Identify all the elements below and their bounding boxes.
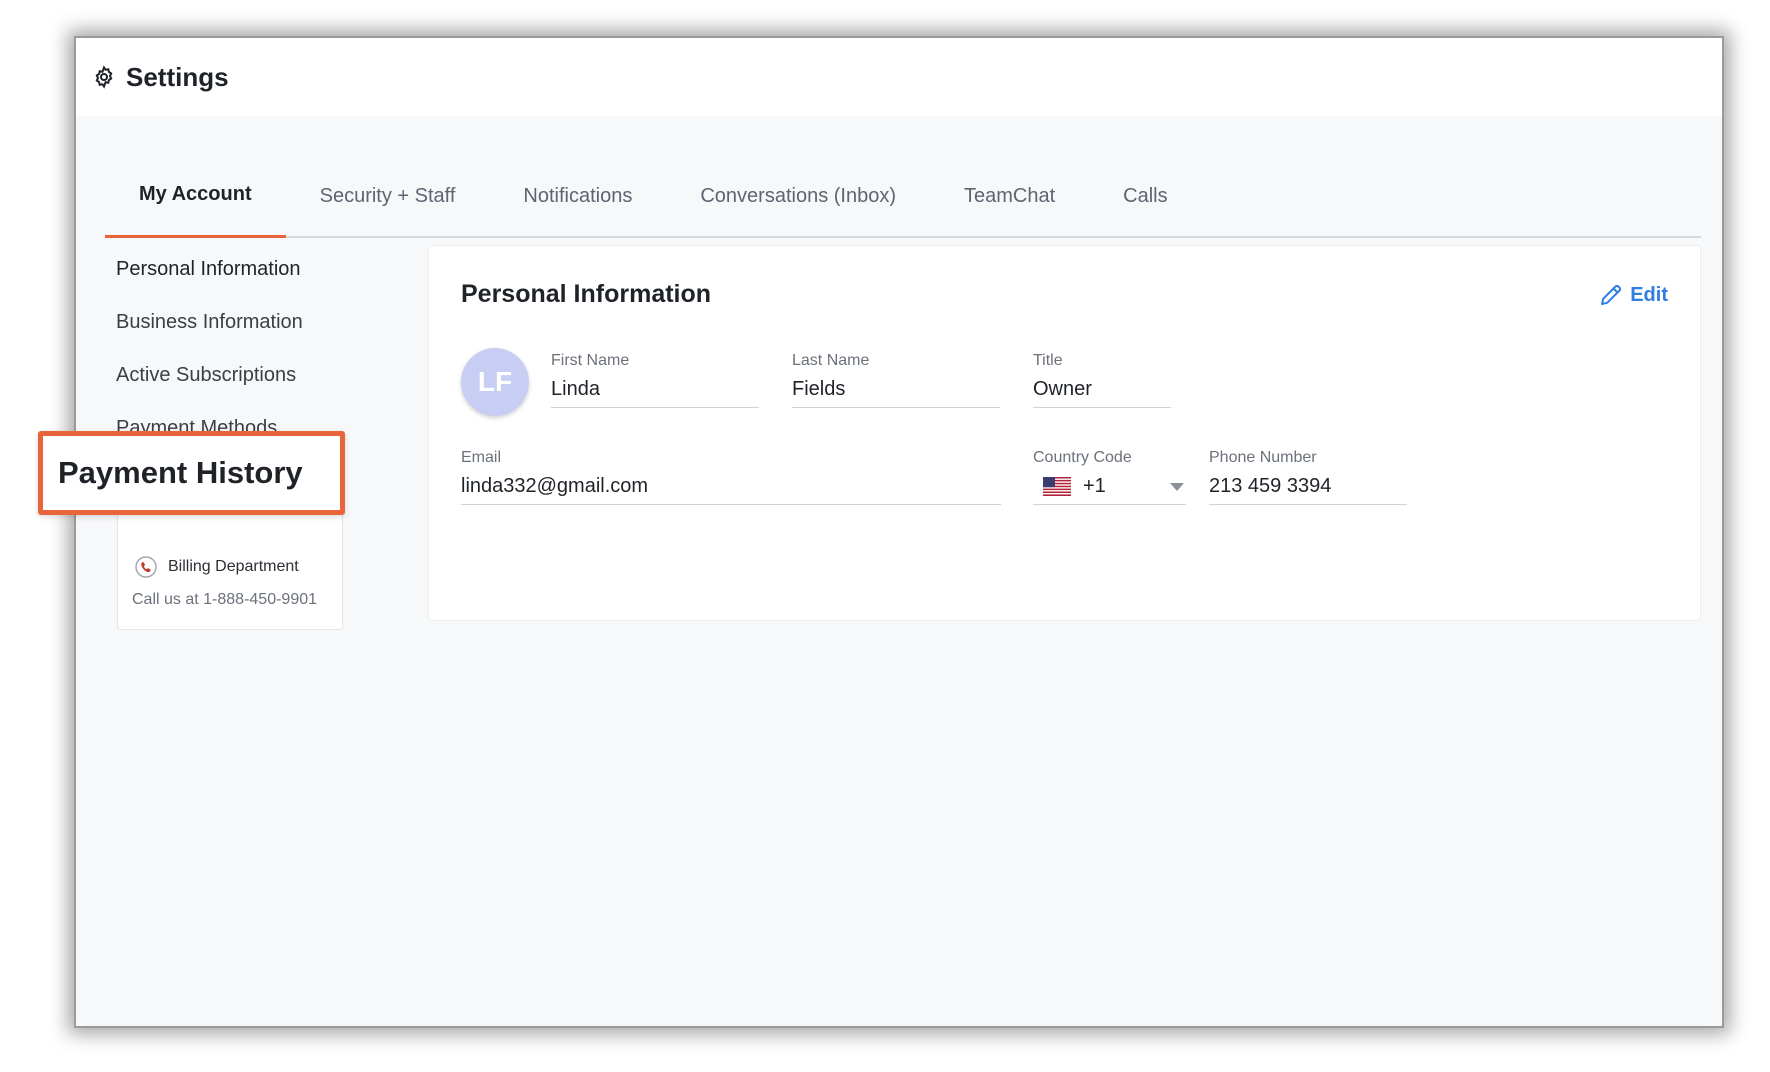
personal-information-card: Personal Information Edit LF First Name … xyxy=(428,245,1701,621)
title-input[interactable]: Owner xyxy=(1033,378,1171,408)
phone-number-label: Phone Number xyxy=(1209,449,1317,466)
email-label: Email xyxy=(461,449,502,466)
first-name-input[interactable]: Linda xyxy=(551,378,759,408)
billing-title: Billing Department xyxy=(168,558,299,575)
tab-conversations[interactable]: Conversations (Inbox) xyxy=(666,154,930,238)
avatar: LF xyxy=(461,348,529,416)
gear-icon xyxy=(92,65,116,89)
title-label: Title xyxy=(1033,352,1063,369)
page-title: Settings xyxy=(126,61,229,92)
account-sidebar: Personal Information Business Informatio… xyxy=(116,243,356,455)
settings-window: Settings My Account Security + Staff Not… xyxy=(76,38,1722,1026)
last-name-input[interactable]: Fields xyxy=(792,378,1000,408)
billing-phone-text: Call us at 1-888-450-9901 xyxy=(132,591,318,608)
tab-notifications[interactable]: Notifications xyxy=(489,154,666,238)
chevron-down-icon[interactable] xyxy=(1170,482,1184,491)
first-name-label: First Name xyxy=(551,352,630,369)
billing-department-card: Billing Department Call us at 1-888-450-… xyxy=(117,508,343,630)
sidebar-item-personal-information[interactable]: Personal Information xyxy=(116,243,356,296)
country-code-value: +1 xyxy=(1083,475,1106,497)
email-field: Email linda332@gmail.com xyxy=(461,449,1001,505)
tab-calls[interactable]: Calls xyxy=(1089,154,1201,238)
title-field: Title Owner xyxy=(1033,352,1171,408)
sidebar-item-business-information[interactable]: Business Information xyxy=(116,296,356,349)
pencil-icon xyxy=(1598,282,1624,308)
edit-button[interactable]: Edit xyxy=(1598,282,1668,308)
card-title: Personal Information xyxy=(461,280,712,308)
email-input[interactable]: linda332@gmail.com xyxy=(461,475,1001,505)
last-name-label: Last Name xyxy=(792,352,870,369)
settings-tabs: My Account Security + Staff Notification… xyxy=(105,154,1701,238)
first-name-field: First Name Linda xyxy=(551,352,759,408)
sidebar-item-active-subscriptions[interactable]: Active Subscriptions xyxy=(116,349,356,402)
country-code-select[interactable]: +1 xyxy=(1033,475,1186,505)
country-code-label: Country Code xyxy=(1033,449,1132,466)
sidebar-item-payment-history[interactable]: Payment History xyxy=(38,431,345,515)
phone-number-input[interactable]: 213 459 3394 xyxy=(1209,475,1407,505)
tab-security-staff[interactable]: Security + Staff xyxy=(286,154,490,238)
settings-header: Settings xyxy=(76,38,1722,116)
tab-teamchat[interactable]: TeamChat xyxy=(930,154,1089,238)
country-code-field: Country Code +1 xyxy=(1033,449,1186,505)
tab-my-account[interactable]: My Account xyxy=(105,154,286,238)
phone-number-field: Phone Number 213 459 3394 xyxy=(1209,449,1407,505)
edit-label: Edit xyxy=(1630,283,1668,306)
us-flag-icon xyxy=(1043,477,1071,496)
last-name-field: Last Name Fields xyxy=(792,352,1000,408)
phone-icon xyxy=(132,553,160,581)
